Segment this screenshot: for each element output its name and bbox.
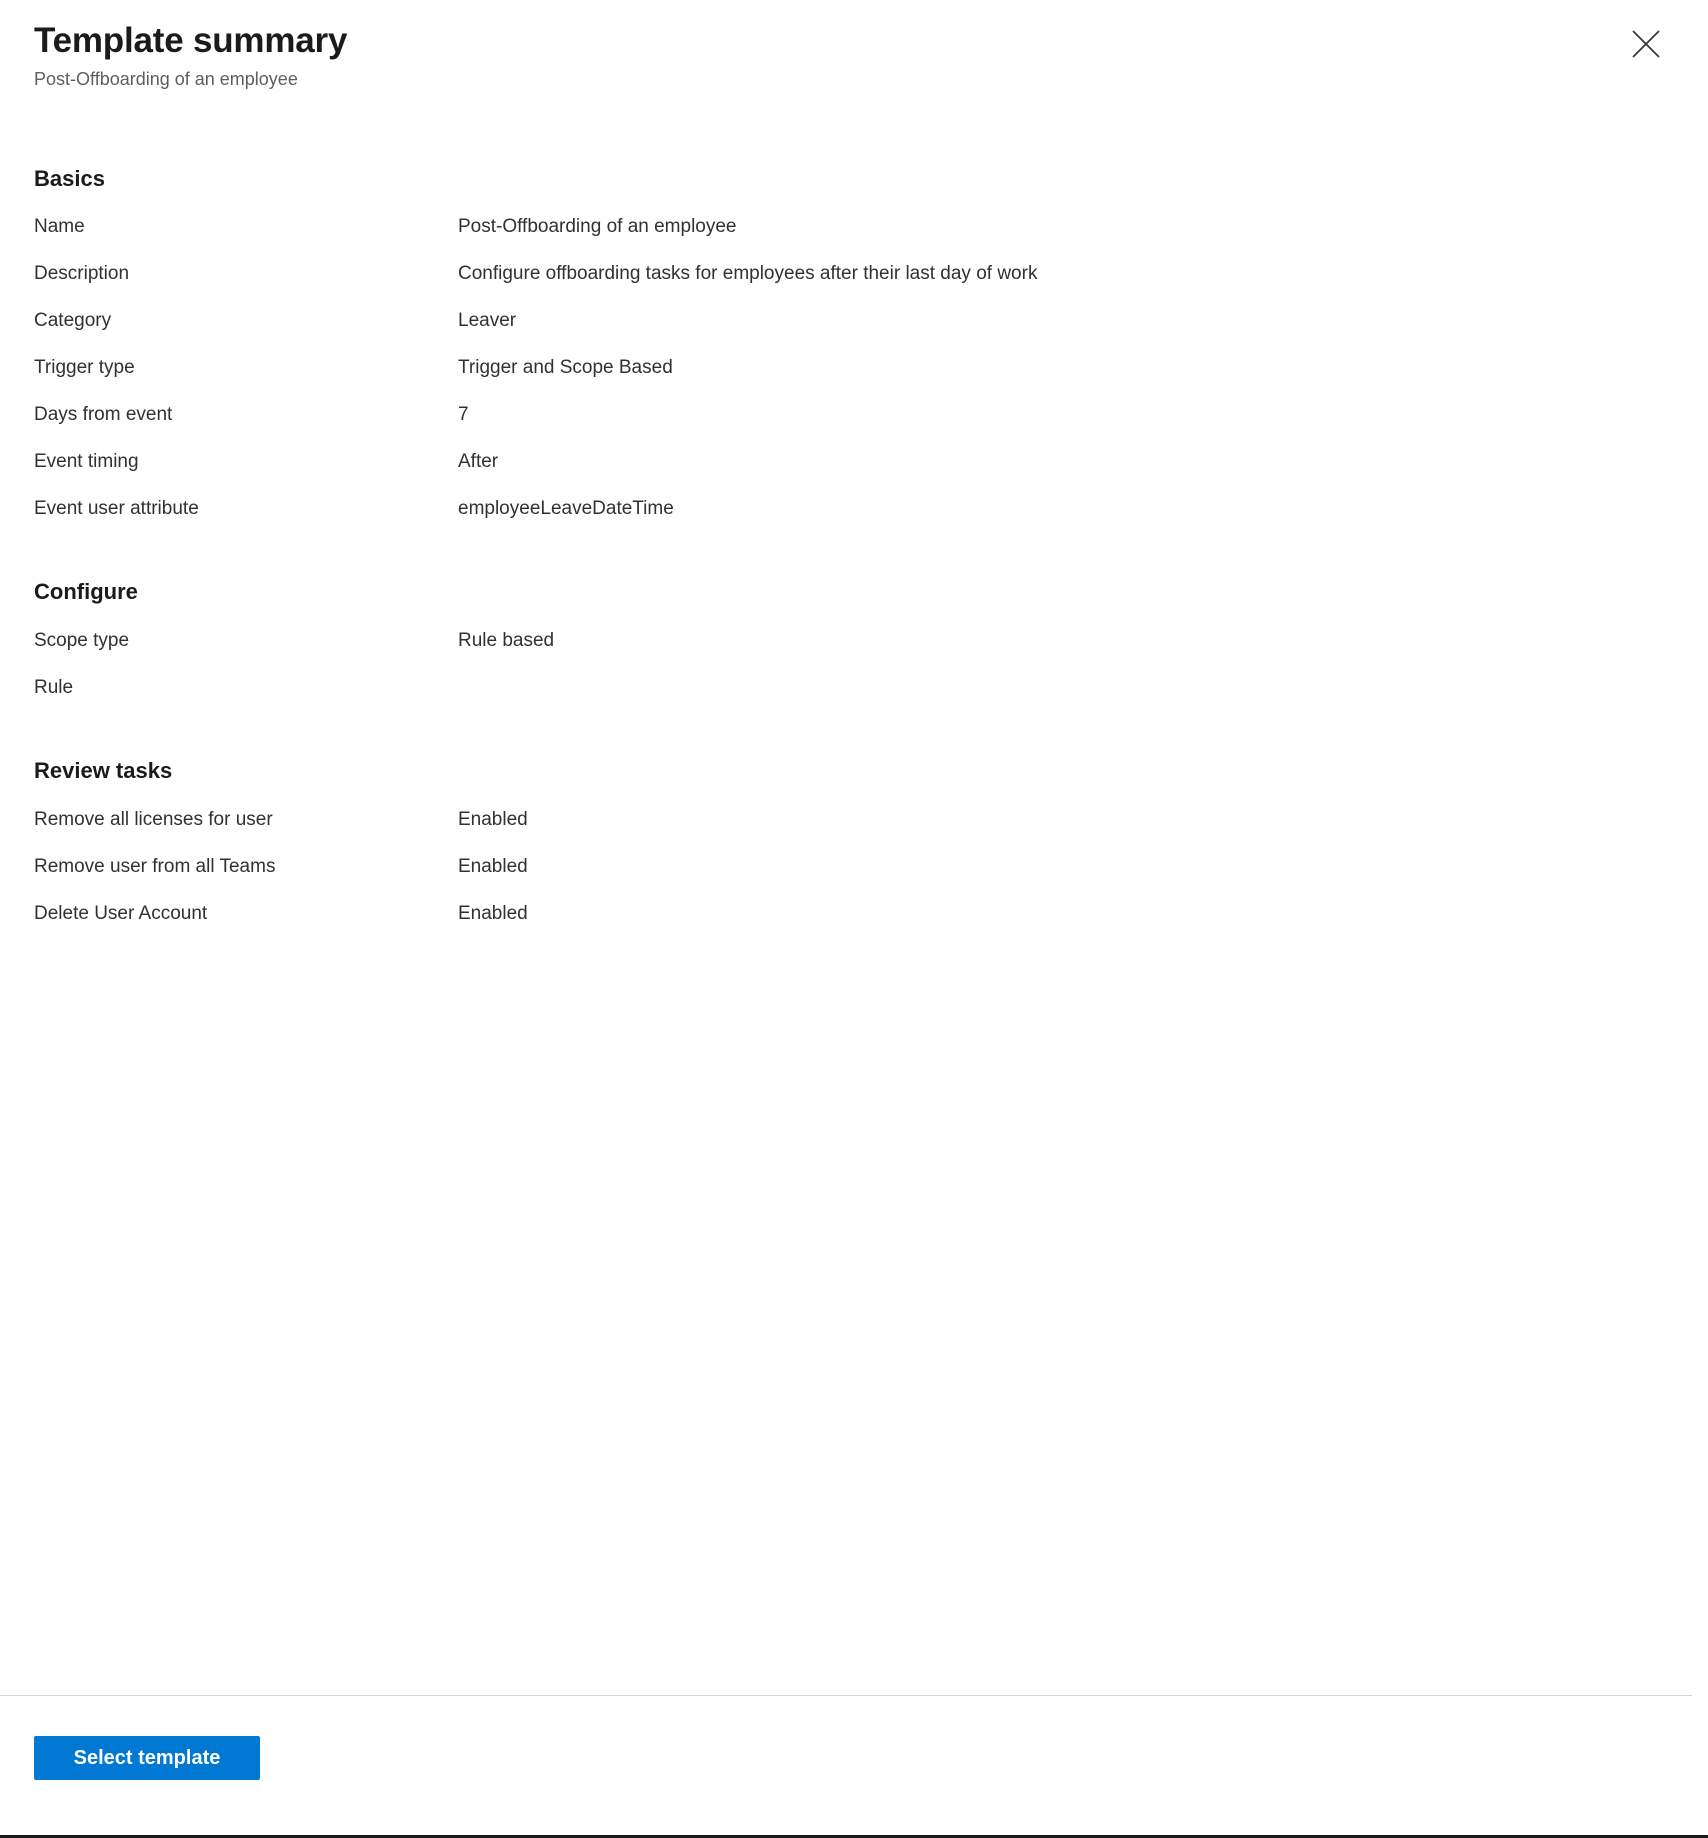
row-value: Configure offboarding tasks for employee… <box>458 263 1038 284</box>
section-configure: Configure Scope type Rule based Rule <box>34 577 1674 722</box>
row-label: Name <box>34 216 85 237</box>
footer-actions: Select template <box>0 1696 1708 1780</box>
row-label: Remove all licenses for user <box>34 809 273 830</box>
summary-row-event-timing: Event timing After <box>34 449 1674 496</box>
summary-row-remove-user-from-teams: Remove user from all Teams Enabled <box>34 854 1674 901</box>
summary-row-category: Category Leaver <box>34 308 1674 355</box>
row-value: Rule based <box>458 630 555 651</box>
row-label: Rule <box>34 677 74 698</box>
section-review-tasks: Review tasks Remove all licenses for use… <box>34 756 1674 948</box>
row-label: Scope type <box>34 630 130 651</box>
template-summary-panel: Template summary Post-Offboarding of an … <box>0 0 1708 1838</box>
row-value: Leaver <box>458 310 517 331</box>
summary-row-description: Description Configure offboarding tasks … <box>34 261 1674 308</box>
panel-footer: Select template <box>0 1695 1708 1832</box>
row-value: Enabled <box>458 809 528 830</box>
summary-row-name: Name Post-Offboarding of an employee <box>34 214 1674 261</box>
panel-header: Template summary Post-Offboarding of an … <box>0 0 1708 112</box>
summary-row-event-user-attribute: Event user attribute employeeLeaveDateTi… <box>34 496 1674 543</box>
row-label: Event timing <box>34 451 139 472</box>
section-heading-basics: Basics <box>34 166 105 191</box>
row-label: Category <box>34 310 112 331</box>
row-label: Trigger type <box>34 357 135 378</box>
close-button[interactable] <box>1622 20 1670 68</box>
row-label: Days from event <box>34 404 173 425</box>
section-heading-configure: Configure <box>34 579 138 604</box>
row-label: Description <box>34 263 130 284</box>
select-template-button[interactable]: Select template <box>34 1736 260 1780</box>
summary-row-trigger-type: Trigger type Trigger and Scope Based <box>34 355 1674 402</box>
panel-body: Basics Name Post-Offboarding of an emplo… <box>0 112 1708 948</box>
row-label: Event user attribute <box>34 498 199 519</box>
section-basics: Basics Name Post-Offboarding of an emplo… <box>34 164 1674 543</box>
summary-row-remove-all-licenses: Remove all licenses for user Enabled <box>34 807 1674 854</box>
section-heading-review-tasks: Review tasks <box>34 758 173 783</box>
row-label: Delete User Account <box>34 903 208 924</box>
page-title: Template summary <box>34 21 348 60</box>
summary-row-rule: Rule <box>34 675 1674 722</box>
row-value: After <box>458 451 499 472</box>
close-icon <box>1631 29 1661 59</box>
row-value: Enabled <box>458 903 528 924</box>
row-value: employeeLeaveDateTime <box>458 498 674 519</box>
row-value: 7 <box>458 404 469 425</box>
row-value: Trigger and Scope Based <box>458 357 673 378</box>
page-subtitle: Post-Offboarding of an employee <box>34 69 298 89</box>
summary-row-scope-type: Scope type Rule based <box>34 628 1674 675</box>
row-label: Remove user from all Teams <box>34 856 276 877</box>
row-value: Post-Offboarding of an employee <box>458 216 737 237</box>
summary-row-delete-user-account: Delete User Account Enabled <box>34 901 1674 948</box>
row-value: Enabled <box>458 856 528 877</box>
summary-row-days-from-event: Days from event 7 <box>34 402 1674 449</box>
